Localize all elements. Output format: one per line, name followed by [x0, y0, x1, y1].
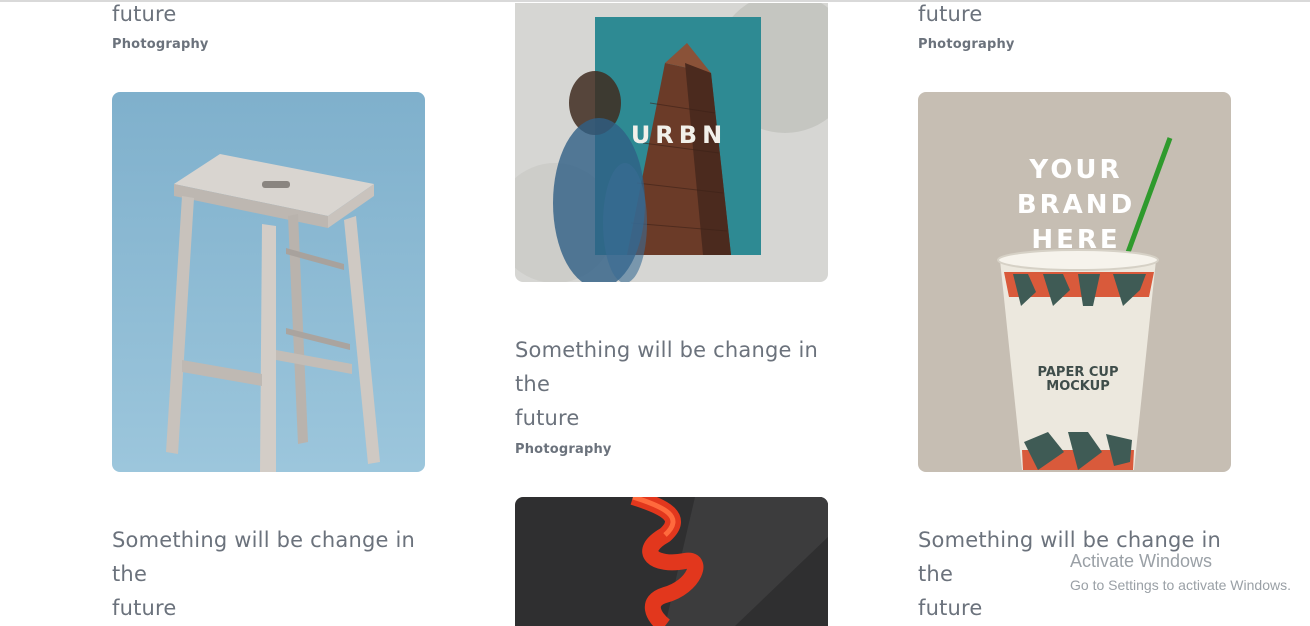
card-category[interactable]: Photography	[112, 37, 209, 52]
stool-image[interactable]	[112, 92, 425, 472]
poster-text: URBN	[631, 121, 727, 149]
card-category[interactable]: Photography	[515, 442, 612, 457]
card-title-line: future	[112, 2, 177, 26]
cup-image[interactable]: YOUR BRAND HERE PAPER CUP MOCKUP	[918, 92, 1231, 472]
ribbon-image[interactable]	[515, 497, 828, 626]
card-title[interactable]: Something will be change in the future	[918, 523, 1221, 625]
card-title[interactable]: future	[918, 0, 983, 31]
card-title-line: future	[918, 2, 983, 26]
card-title[interactable]: Something will be change in the future	[515, 333, 818, 435]
card-title[interactable]: Something will be change in the future	[112, 523, 415, 625]
card-title-line: future	[515, 406, 580, 430]
poster-image[interactable]: URBN	[515, 3, 828, 282]
card-title-line: the	[515, 372, 551, 396]
activate-windows-title: Activate Windows	[1070, 551, 1213, 571]
cup-brand-line: BRAND	[1017, 190, 1135, 220]
card-title-line: Something will be change in	[515, 338, 819, 362]
cup-brand-line: YOUR	[1028, 155, 1122, 185]
card-category[interactable]: Photography	[918, 37, 1015, 52]
card-title[interactable]: future	[112, 0, 177, 31]
card-title-line: future	[112, 596, 177, 620]
activate-windows-subtitle: Go to Settings to activate Windows.	[1070, 577, 1291, 593]
card-title-line: future	[918, 596, 983, 620]
cup-label-line: MOCKUP	[1046, 379, 1109, 394]
browser-top-border	[0, 0, 1310, 2]
card-title-line: Something will be change in	[112, 528, 416, 552]
card-title-line: the	[112, 562, 148, 586]
cup-label-line: PAPER CUP	[1038, 365, 1119, 380]
